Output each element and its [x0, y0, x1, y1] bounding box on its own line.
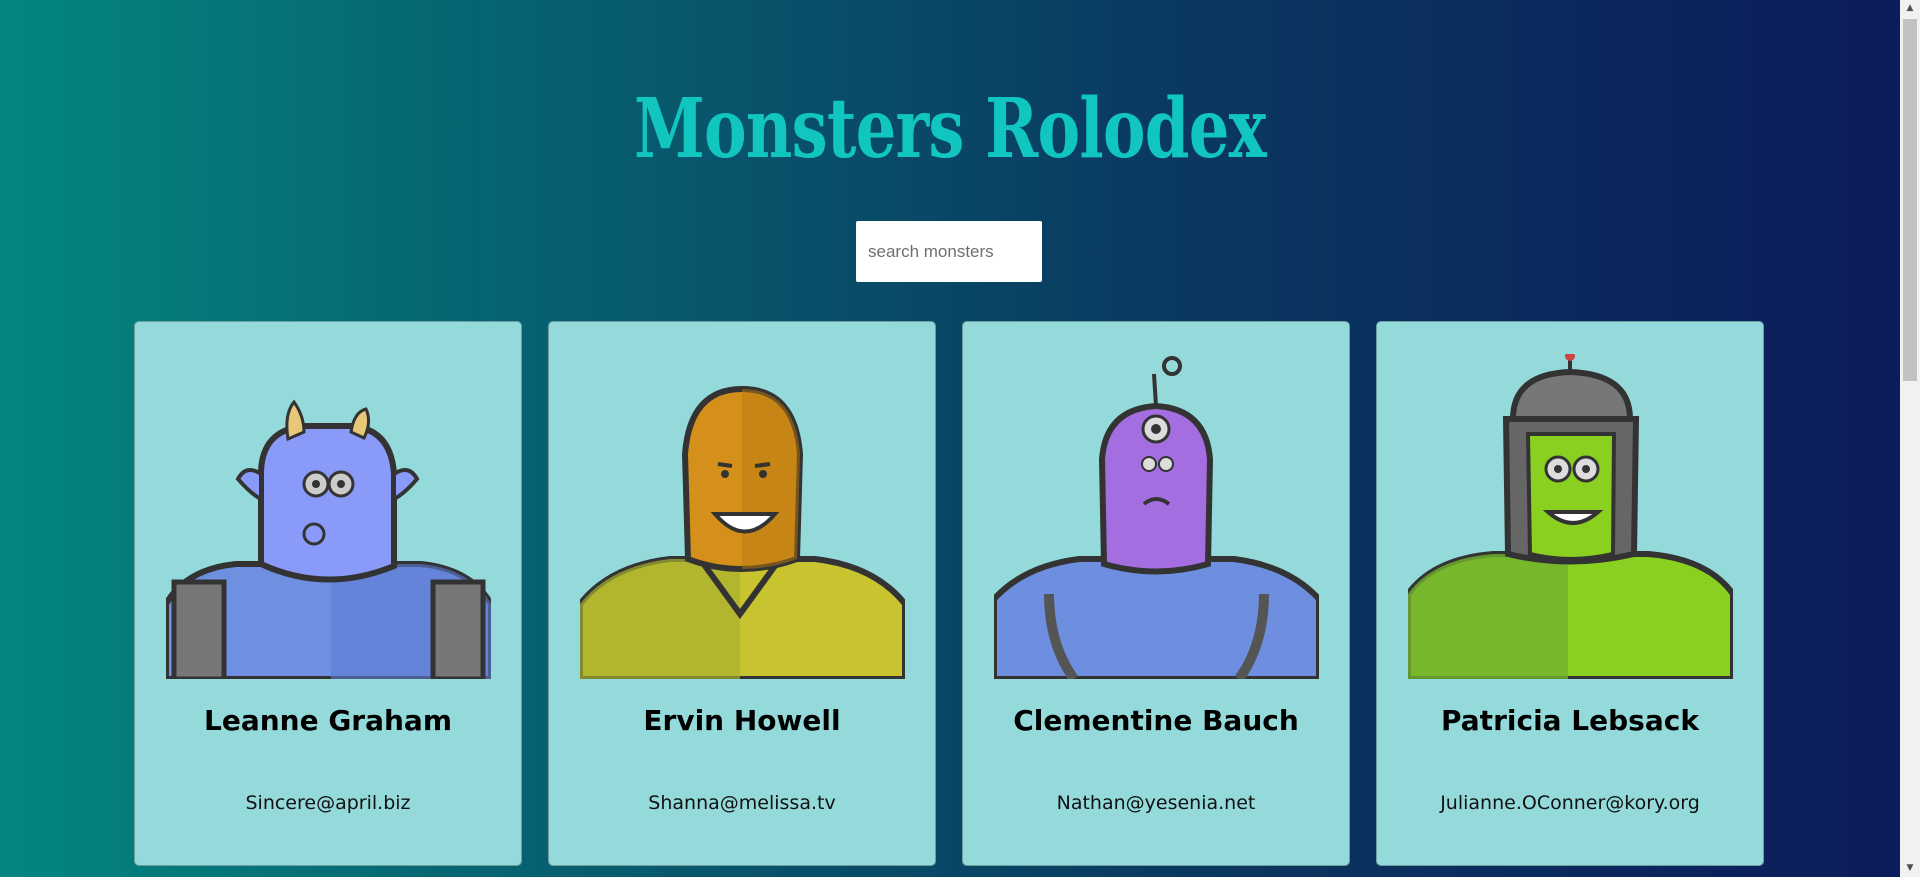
monster-card[interactable]: Clementine Bauch Nathan@yesenia.net [962, 321, 1350, 866]
monster-name: Leanne Graham [203, 704, 453, 737]
vertical-scrollbar[interactable]: ▲ ▼ [1900, 0, 1920, 877]
monster-email: Nathan@yesenia.net [1056, 792, 1256, 814]
monster-card[interactable]: Patricia Lebsack Julianne.OConner@kory.o… [1376, 321, 1764, 866]
scrollbar-thumb[interactable] [1903, 19, 1917, 381]
orange-smiling-monster-icon [580, 385, 905, 679]
monster-name: Ervin Howell [643, 704, 841, 737]
purple-cyclops-robot-monster-icon [994, 356, 1319, 679]
page: Monsters Rolodex Leanne Graham [0, 0, 1900, 877]
monster-card[interactable]: Leanne Graham Sincere@april.biz [134, 321, 522, 866]
monster-email: Shanna@melissa.tv [648, 792, 836, 814]
monster-email: Julianne.OConner@kory.org [1440, 792, 1700, 814]
scroll-up-arrow-icon[interactable]: ▲ [1900, 0, 1920, 17]
monster-email: Sincere@april.biz [245, 792, 411, 814]
scroll-down-arrow-icon[interactable]: ▼ [1900, 860, 1920, 877]
monster-card[interactable]: Ervin Howell Shanna@melissa.tv [548, 321, 936, 866]
blue-horned-monster-icon [166, 399, 491, 679]
monster-name: Clementine Bauch [1013, 704, 1299, 737]
card-list: Leanne Graham Sincere@april.biz Ervin Ho… [134, 321, 1764, 866]
green-helmet-monster-icon [1408, 354, 1733, 679]
monster-name: Patricia Lebsack [1441, 704, 1699, 737]
search-input[interactable] [856, 221, 1042, 282]
page-title: Monsters Rolodex [633, 81, 1267, 177]
